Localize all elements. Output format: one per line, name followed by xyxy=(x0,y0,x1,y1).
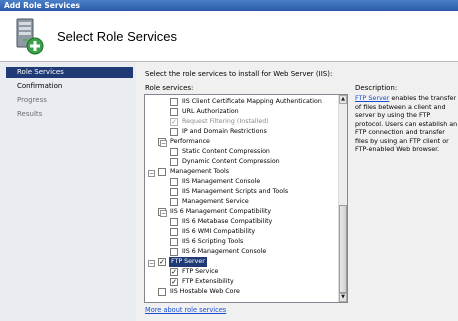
tree-item-label: FTP Extensibility xyxy=(182,278,234,285)
scroll-down-icon[interactable]: ▼ xyxy=(339,293,347,302)
intro-text: Select the role services to install for … xyxy=(145,70,333,78)
nav-item-results: Results xyxy=(17,110,43,118)
checkbox-icon[interactable] xyxy=(170,238,178,246)
scroll-thumb[interactable] xyxy=(339,205,347,293)
tree-item-label: IIS 6 Management Compatibility xyxy=(170,208,272,215)
tree-item-label: IIS 6 Metabase Compatibility xyxy=(182,218,273,225)
description-body: enables the transfer of files between a … xyxy=(355,94,458,153)
nav-item-progress: Progress xyxy=(17,96,47,104)
checkbox-icon[interactable] xyxy=(170,178,178,186)
tree-item-label: Dynamic Content Compression xyxy=(182,158,280,165)
nav-item-confirmation[interactable]: Confirmation xyxy=(6,81,133,92)
checkbox-checked-icon[interactable]: ✓ xyxy=(170,278,178,286)
checkbox-icon[interactable] xyxy=(170,128,178,136)
tree-item-label: Management Tools xyxy=(170,168,229,175)
checkbox-icon[interactable] xyxy=(170,98,178,106)
wizard-header: Select Role Services xyxy=(0,11,458,62)
checkbox-icon[interactable] xyxy=(170,228,178,236)
collapse-icon[interactable]: − xyxy=(160,140,167,147)
more-about-role-services-link[interactable]: More about role services xyxy=(145,306,226,314)
checkbox-icon[interactable] xyxy=(170,188,178,196)
collapse-icon[interactable]: − xyxy=(160,210,167,217)
tree-item-label: FTP Server xyxy=(169,257,207,267)
collapse-icon[interactable]: − xyxy=(148,260,155,267)
tree-item-label: IIS Management Scripts and Tools xyxy=(182,188,289,195)
role-services-tree[interactable]: IIS Client Certificate Mapping Authentic… xyxy=(144,94,348,303)
checkbox-icon[interactable] xyxy=(170,148,178,156)
checkbox-icon[interactable] xyxy=(170,158,178,166)
tree-item-label: IIS 6 WMI Compatibility xyxy=(182,228,256,235)
tree-item-label: IIS Hostable Web Core xyxy=(170,288,240,295)
tree-item-label: IIS 6 Scripting Tools xyxy=(182,238,244,245)
checkbox-icon[interactable] xyxy=(170,108,178,116)
tree-item-label: IIS Management Console xyxy=(182,178,261,185)
server-add-icon xyxy=(16,18,44,55)
page-title: Select Role Services xyxy=(57,29,177,44)
description-label: Description: xyxy=(355,84,398,92)
scroll-up-icon[interactable]: ▲ xyxy=(339,95,347,104)
wizard-nav: Role Services Confirmation Progress Resu… xyxy=(0,62,136,321)
tree-item-label: IIS Client Certificate Mapping Authentic… xyxy=(182,98,322,105)
description-text: FTP Server enables the transfer of files… xyxy=(355,94,458,154)
role-services-label: Role services: xyxy=(145,84,194,92)
checkbox-checked-icon[interactable]: ✓ xyxy=(158,258,166,266)
collapse-icon[interactable]: − xyxy=(148,170,155,177)
checkbox-checked-icon: ✓ xyxy=(170,118,178,126)
tree-item-label: FTP Service xyxy=(182,268,219,275)
tree-item-label: Static Content Compression xyxy=(182,148,270,155)
tree-item-label: URL Authorization xyxy=(182,108,239,115)
checkbox-icon[interactable] xyxy=(170,248,178,256)
checkbox-icon[interactable] xyxy=(170,218,178,226)
tree-item-label: Request Filtering (Installed) xyxy=(182,118,269,125)
tree-item-label: Management Service xyxy=(182,198,249,205)
nav-item-role-services[interactable]: Role Services xyxy=(6,67,133,78)
checkbox-icon[interactable] xyxy=(158,288,166,296)
window-title: Add Role Services xyxy=(0,0,458,11)
tree-item-label: IIS 6 Management Console xyxy=(182,248,267,255)
description-link[interactable]: FTP Server xyxy=(355,94,389,102)
checkbox-icon[interactable] xyxy=(170,198,178,206)
checkbox-icon[interactable] xyxy=(158,168,166,176)
tree-item-label: Performance xyxy=(170,138,210,145)
checkbox-checked-icon[interactable]: ✓ xyxy=(170,268,178,276)
tree-scrollbar[interactable]: ▲ ▼ xyxy=(338,95,347,302)
tree-item-label: IP and Domain Restrictions xyxy=(182,128,267,135)
